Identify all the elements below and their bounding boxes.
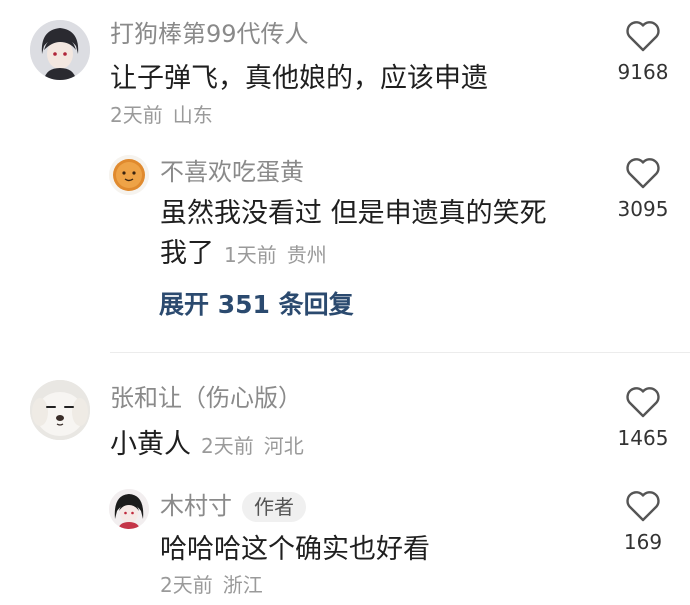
comment-location: 山东: [172, 103, 213, 127]
comment-item: 打狗棒第99代传人 让子弹飞，真他娘的，应该申遗 2天前 山东 9168 不喜欢吃…: [0, 0, 690, 350]
comment-text-body: 小黄人: [110, 429, 191, 460]
comment-username[interactable]: 张和让（伤心版）: [110, 382, 302, 414]
reply-text[interactable]: 哈哈哈这个确实也好看: [160, 528, 430, 572]
divider: [110, 352, 690, 353]
comment-item: 张和让（伤心版） 小黄人 2天前 河北 1465 木村寸 作者 哈哈哈这个确实也好看 …: [0, 360, 690, 605]
reply-text-line1[interactable]: 虽然我没看过 但是申遗真的笑死: [160, 192, 547, 236]
comment-text[interactable]: 让子弹飞，真他娘的，应该申遗: [110, 57, 488, 101]
like-count: 1465: [617, 426, 669, 450]
heart-icon: [626, 491, 660, 522]
comment-text[interactable]: 小黄人 2天前 河北: [110, 423, 304, 468]
like-button[interactable]: 9168: [603, 20, 683, 84]
reply-location: 贵州: [286, 243, 327, 267]
like-button[interactable]: 1465: [603, 386, 683, 450]
puppy-avatar-icon: [30, 380, 90, 440]
like-count: 169: [623, 530, 663, 554]
avatar[interactable]: [30, 380, 90, 440]
reply-text-line2-text: 我了: [160, 238, 214, 269]
like-count: 3095: [617, 197, 669, 221]
comment-meta: 2天前 山东: [110, 101, 213, 129]
egg-yolk-avatar-icon: [109, 155, 149, 195]
heart-icon: [626, 387, 660, 418]
reply-text-line2[interactable]: 我了 1天前 贵州: [160, 232, 327, 277]
anime-girl-avatar-icon: [109, 489, 149, 529]
heart-icon: [626, 158, 660, 189]
reply-time: 1天前: [224, 243, 277, 267]
reply-meta: 1天前 贵州: [224, 243, 327, 267]
avatar[interactable]: [30, 20, 90, 80]
comment-time: 2天前: [110, 103, 163, 127]
comment-username[interactable]: 打狗棒第99代传人: [110, 18, 309, 50]
comment-meta: 2天前 河北: [201, 434, 304, 458]
anime-boy-avatar-icon: [30, 20, 90, 80]
avatar[interactable]: [109, 155, 149, 195]
comment-time: 2天前: [201, 434, 254, 458]
author-badge: 作者: [242, 492, 306, 522]
like-count: 9168: [617, 60, 669, 84]
reply-username[interactable]: 不喜欢吃蛋黄: [160, 156, 304, 188]
reply-username-row: 木村寸 作者: [160, 490, 306, 522]
like-button[interactable]: 3095: [603, 157, 683, 221]
comment-location: 河北: [263, 434, 304, 458]
reply-location: 浙江: [222, 573, 263, 597]
heart-icon: [626, 21, 660, 52]
expand-replies-button[interactable]: 展开 351 条回复: [159, 287, 354, 323]
avatar[interactable]: [109, 489, 149, 529]
reply-time: 2天前: [160, 573, 213, 597]
reply-username[interactable]: 木村寸: [160, 492, 232, 520]
reply-meta: 2天前 浙江: [160, 571, 263, 599]
like-button[interactable]: 169: [603, 490, 683, 554]
